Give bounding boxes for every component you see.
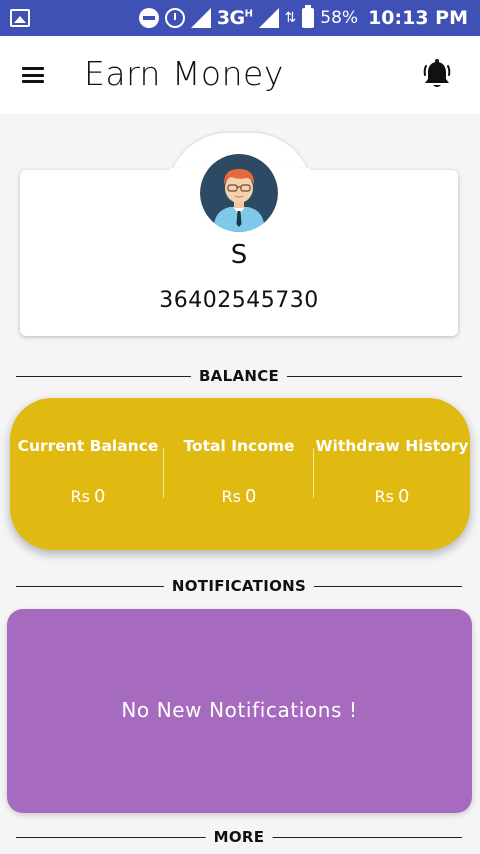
- withdraw-history-label: Withdraw History: [315, 437, 469, 455]
- user-name: S: [230, 240, 248, 270]
- gallery-notification-icon: [10, 9, 30, 27]
- total-income-amount: Rs 0: [221, 486, 257, 507]
- balance-panel: Current Balance Rs 0 Total Income Rs 0 Wit…: [10, 398, 470, 550]
- total-income-item[interactable]: Total Income Rs 0: [164, 398, 314, 550]
- balance-divider: BALANCE: [16, 366, 462, 386]
- menu-icon[interactable]: [22, 67, 44, 83]
- withdraw-history-amount: Rs 0: [374, 486, 410, 507]
- notifications-heading: NOTIFICATIONS: [163, 576, 315, 596]
- total-income-label: Total Income: [183, 437, 295, 455]
- user-phone: 36402545730: [159, 288, 319, 313]
- more-divider: MORE: [16, 827, 462, 847]
- current-balance-item[interactable]: Current Balance Rs 0: [10, 398, 166, 550]
- battery-percent: 58%: [320, 8, 359, 28]
- alarm-icon: [164, 8, 185, 28]
- battery-icon: [302, 5, 315, 28]
- more-heading: MORE: [205, 827, 273, 847]
- signal-strength-icon: [258, 8, 279, 28]
- do-not-disturb-icon: [138, 8, 159, 28]
- current-balance-label: Current Balance: [17, 437, 159, 455]
- clock: 10:13 PM: [368, 7, 468, 29]
- bell-icon[interactable]: [422, 58, 452, 90]
- notifications-message: No New Notifications !: [121, 698, 358, 722]
- current-balance-amount: Rs 0: [70, 486, 106, 507]
- notifications-divider: NOTIFICATIONS: [16, 576, 462, 596]
- avatar: [200, 154, 278, 232]
- app-bar: Earn Money: [0, 36, 480, 114]
- status-bar: 3GH ⇅ 58% 10:13 PM: [0, 0, 480, 36]
- signal-icon: [190, 8, 211, 28]
- balance-heading: BALANCE: [190, 366, 288, 386]
- network-type: 3GH: [216, 7, 253, 29]
- data-activity-icon: ⇅: [284, 10, 297, 26]
- withdraw-history-item[interactable]: Withdraw History Rs 0: [314, 398, 470, 550]
- notifications-panel[interactable]: No New Notifications !: [7, 609, 472, 813]
- app-title: Earn Money: [84, 54, 284, 93]
